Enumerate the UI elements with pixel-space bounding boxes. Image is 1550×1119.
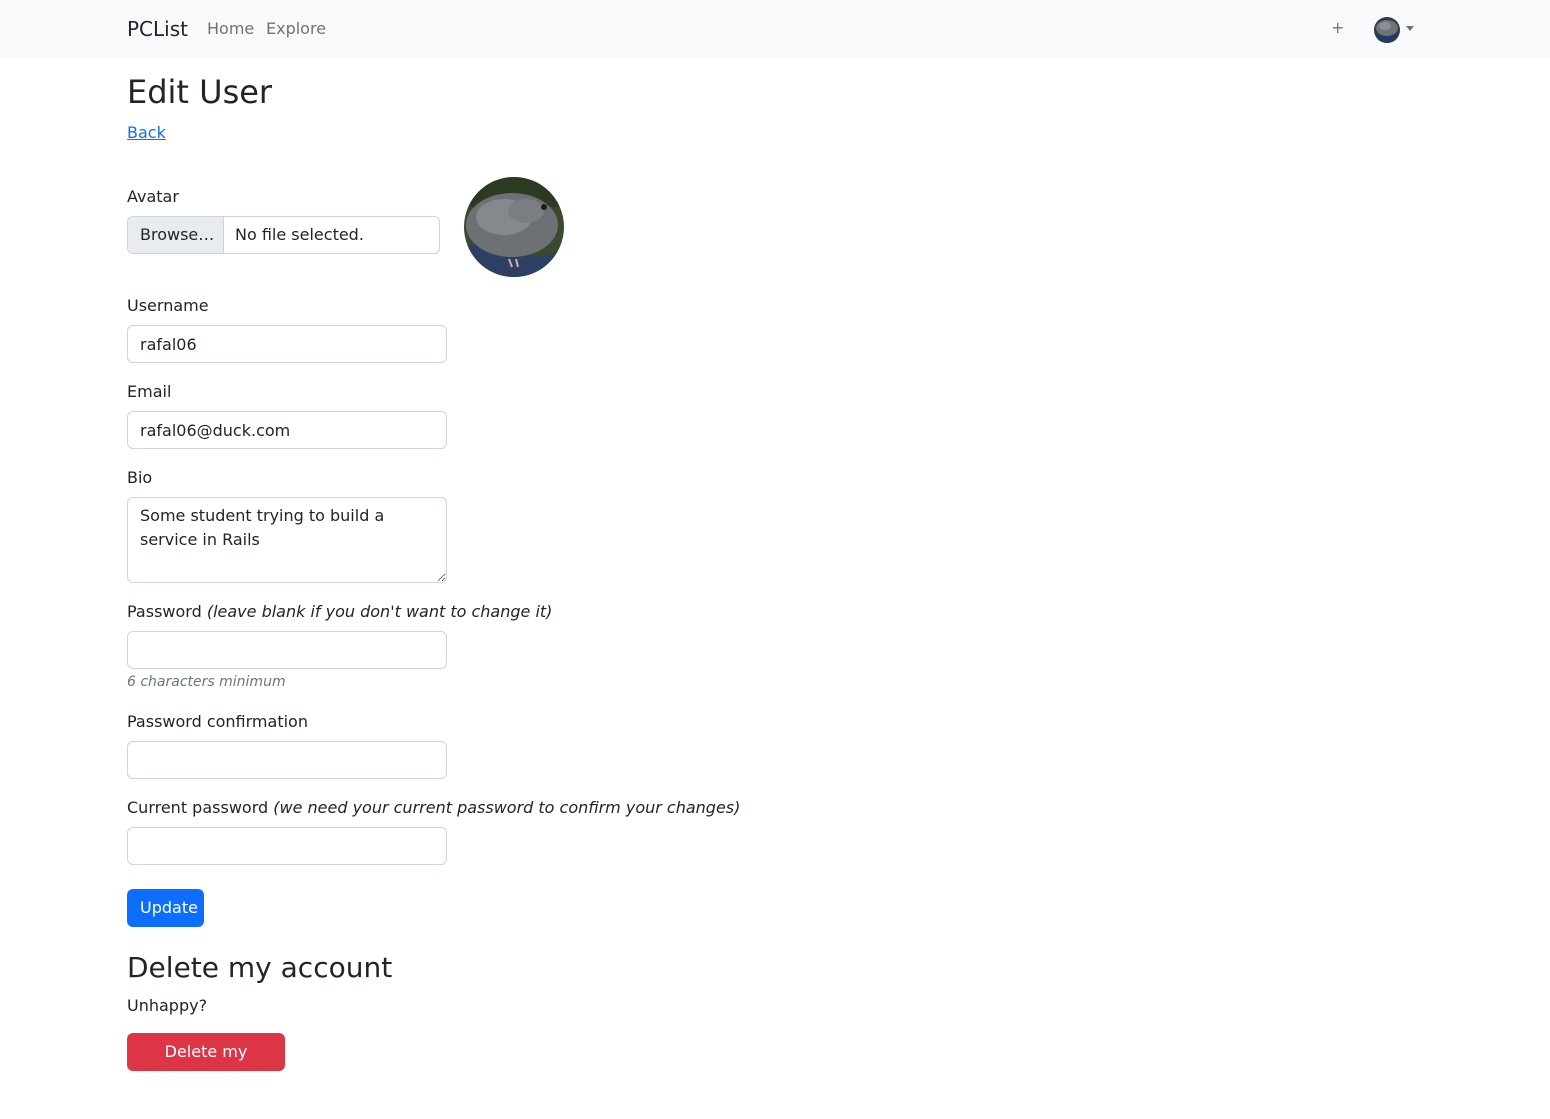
nav-link-home[interactable]: Home bbox=[207, 19, 254, 38]
password-help-text: 6 characters minimum bbox=[127, 674, 286, 690]
add-button[interactable]: + bbox=[1331, 18, 1344, 37]
chevron-down-icon[interactable] bbox=[1406, 26, 1414, 31]
unhappy-text: Unhappy? bbox=[127, 996, 208, 1015]
avatar-label: Avatar bbox=[127, 187, 179, 206]
bio-label: Bio bbox=[127, 468, 153, 487]
avatar-image bbox=[464, 177, 564, 277]
username-label: Username bbox=[127, 296, 209, 315]
navbar: PCList Home Explore + bbox=[0, 0, 1550, 58]
update-button[interactable]: Update bbox=[127, 889, 204, 927]
email-label: Email bbox=[127, 382, 172, 401]
current-password-label: Current password (we need your current p… bbox=[127, 798, 740, 817]
password-label: Password (leave blank if you don't want … bbox=[127, 602, 552, 621]
password-field[interactable] bbox=[127, 631, 447, 669]
current-password-label-text: Current password bbox=[127, 798, 269, 817]
current-password-field[interactable] bbox=[127, 827, 447, 865]
email-field[interactable] bbox=[127, 411, 447, 449]
delete-account-button[interactable]: Delete my account bbox=[127, 1033, 285, 1097]
password-confirmation-field[interactable] bbox=[127, 741, 447, 779]
password-confirmation-label: Password confirmation bbox=[127, 712, 308, 731]
nav-link-explore[interactable]: Explore bbox=[266, 19, 326, 38]
password-label-text: Password bbox=[127, 602, 202, 621]
browse-button[interactable]: Browse… bbox=[128, 217, 224, 253]
file-status-text: No file selected. bbox=[235, 225, 364, 244]
page-title: Edit User bbox=[127, 73, 273, 111]
password-hint: (leave blank if you don't want to change… bbox=[206, 602, 553, 621]
avatar-file-input[interactable]: Browse… No file selected. bbox=[127, 216, 440, 254]
user-avatar-icon[interactable] bbox=[1374, 17, 1400, 43]
delete-account-heading: Delete my account bbox=[127, 951, 393, 984]
current-password-hint: (we need your current password to confir… bbox=[273, 798, 741, 817]
username-field[interactable] bbox=[127, 325, 447, 363]
back-link[interactable]: Back bbox=[127, 123, 166, 142]
brand-link[interactable]: PCList bbox=[127, 17, 188, 41]
bio-field[interactable]: Some student trying to build a service i… bbox=[127, 497, 447, 583]
